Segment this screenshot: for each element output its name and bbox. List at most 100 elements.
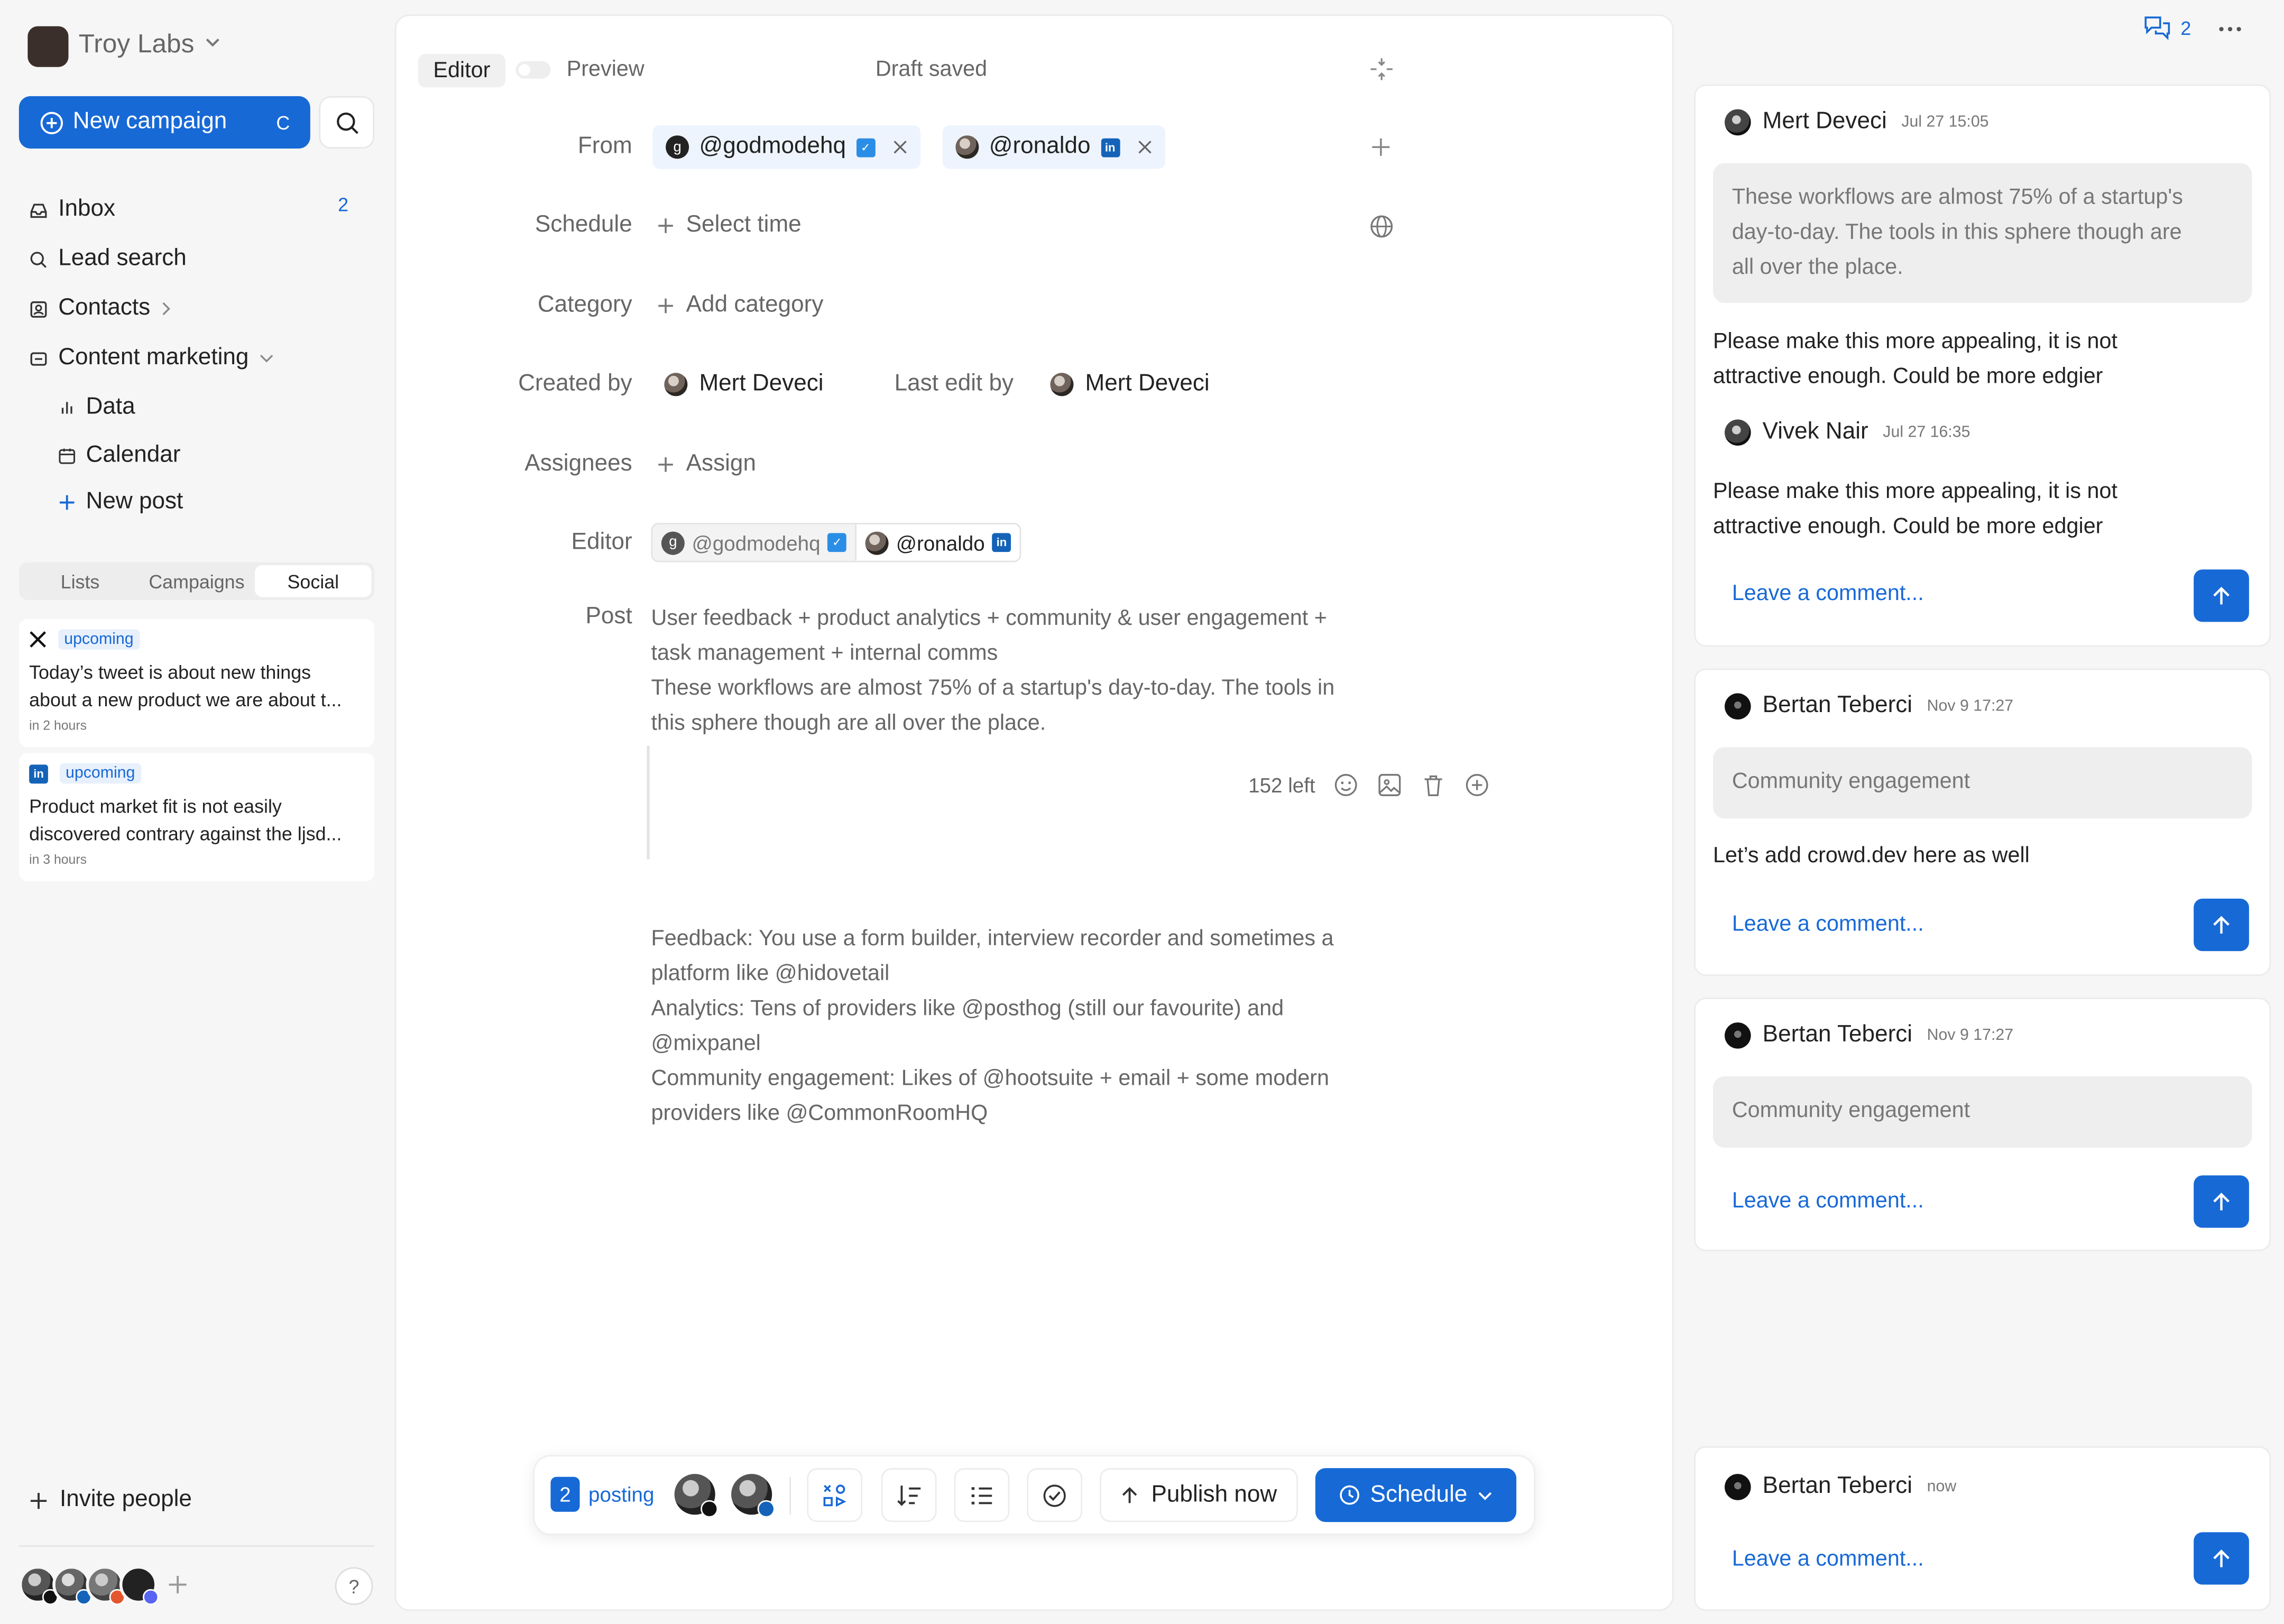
workspace-name[interactable]: Troy Labs [79,29,195,60]
shortcut-hint: C [276,111,290,134]
nav-lead-search[interactable]: Lead search [29,246,187,273]
comment-thread: Mert Deveci Jul 27 15:05 These workflows… [1694,84,2271,647]
approve-button[interactable] [1027,1468,1083,1522]
avatar[interactable] [119,1565,159,1605]
account-handle: @godmodehq [692,531,821,555]
arrow-up-icon [1122,1487,1138,1503]
feed-text-line: about a new product we are about t... [29,689,342,711]
social-feed-item[interactable]: in upcoming Product market fit is not ea… [19,753,375,881]
nav-content-marketing[interactable]: Content marketing [29,345,273,372]
more-options-icon[interactable] [2217,25,2243,34]
workspace-logo[interactable] [27,26,69,67]
sort-button[interactable] [881,1468,937,1522]
social-feed-item[interactable]: upcoming Today’s tweet is about new thin… [19,619,375,748]
plus-icon[interactable] [168,1574,188,1595]
plus-circle-icon[interactable] [1464,772,1490,798]
schedule-label: Schedule [535,213,632,238]
chevron-down-icon[interactable] [204,36,222,48]
comment-input[interactable]: Leave a comment... [1732,1188,1924,1213]
comment-line: Please make this more appealing, it is n… [1712,329,2117,354]
user-name: Mert Deveci [1085,371,1210,396]
avatar [1725,109,1751,136]
post-intro-text[interactable]: User feedback + product analytics + comm… [651,602,1409,741]
send-comment-button[interactable] [2194,569,2249,622]
send-comment-button[interactable] [2194,1532,2249,1585]
inbox-icon [30,203,47,217]
chevron-right-icon [162,302,171,316]
compose-divider [647,745,650,860]
comment-input[interactable]: Leave a comment... [1732,1547,1924,1572]
tab-campaigns[interactable]: Campaigns [139,565,255,597]
nav-inbox[interactable]: Inbox [29,197,115,223]
assign-button[interactable]: Assign [657,451,756,478]
search-button[interactable] [319,96,375,149]
status-badge: upcoming [59,763,141,784]
posting-label[interactable]: posting [588,1483,654,1506]
bar-chart-icon [61,402,72,414]
emoji-icon[interactable] [1333,772,1359,798]
comments-count: 2 [2180,16,2191,39]
list-button[interactable] [954,1468,1010,1522]
new-post-link[interactable]: New post [58,490,183,516]
post-line: Community engagement: Likes of @hootsuit… [651,1066,1329,1091]
from-label: From [577,134,632,159]
from-account-chip[interactable]: @ronaldo in [942,125,1165,169]
select-time-button[interactable]: Select time [657,213,802,239]
comment-input[interactable]: Leave a comment... [1732,581,1924,606]
collapse-icon[interactable] [1369,57,1394,81]
help-button[interactable]: ? [335,1567,373,1605]
image-icon[interactable] [1376,772,1403,798]
linkedin-icon [757,1500,775,1518]
nav-data[interactable]: Data [58,395,135,421]
avatar[interactable] [19,1565,59,1605]
avatar[interactable] [52,1565,92,1605]
comments-toggle[interactable]: 2 [2143,15,2191,41]
comment-input[interactable]: Leave a comment... [1732,912,1924,937]
tab-preview[interactable]: Preview [567,57,644,81]
tab-editor[interactable]: Editor [418,53,506,88]
button-label: Schedule [1370,1482,1468,1507]
plus-icon [658,457,673,472]
content-icon [30,352,47,365]
close-icon[interactable] [1137,140,1152,154]
publish-now-button[interactable]: Publish now [1100,1468,1298,1522]
nav-label: New post [86,489,183,514]
editor-account-ronaldo[interactable]: @ronaldo in [856,524,1019,561]
preview-toggle[interactable] [515,61,551,79]
invite-people-button[interactable]: Invite people [29,1487,192,1514]
avatar: g [666,135,689,159]
schedule-button[interactable]: Schedule [1315,1468,1517,1522]
tab-social[interactable]: Social [255,565,372,597]
twitter-icon: ✓ [856,137,876,157]
comment-time: Nov 9 17:27 [1927,697,2014,715]
avatar[interactable] [674,1474,719,1518]
avatar[interactable] [86,1565,125,1605]
editor-account-godmodehq[interactable]: g @godmodehq ✓ [652,524,857,561]
trash-icon[interactable] [1420,772,1447,798]
send-comment-button[interactable] [2194,1175,2249,1228]
globe-icon[interactable] [1369,214,1394,239]
tab-lists[interactable]: Lists [22,565,138,597]
avatar [1725,693,1751,720]
comment-thread: Bertan Teberci Nov 9 17:27 Community eng… [1694,668,2271,976]
avatar[interactable] [731,1474,775,1518]
new-campaign-label: New campaign [72,109,227,134]
close-icon[interactable] [892,140,907,154]
comment-text: Please make this more appealing, it is n… [1713,325,2255,394]
sort-icon [897,1484,921,1506]
nav-contacts[interactable]: Contacts [29,296,172,322]
plus-icon[interactable] [1371,137,1392,158]
twitter-icon: ✓ [827,533,847,552]
ai-tools-button[interactable] [807,1468,863,1522]
post-body-text[interactable]: Feedback: You use a form builder, interv… [651,922,1409,1132]
new-campaign-button[interactable]: New campaign C [19,96,310,149]
calendar-icon [59,448,76,464]
connected-accounts[interactable] [19,1565,188,1605]
nav-label: Contacts [58,296,151,321]
post-line: platform like @hidovetail [651,961,890,986]
send-comment-button[interactable] [2194,898,2249,952]
from-account-chip[interactable]: g @godmodehq ✓ [652,125,920,169]
nav-calendar[interactable]: Calendar [58,443,180,469]
account-handle: @godmodehq [699,134,846,159]
add-category-button[interactable]: Add category [657,293,823,319]
